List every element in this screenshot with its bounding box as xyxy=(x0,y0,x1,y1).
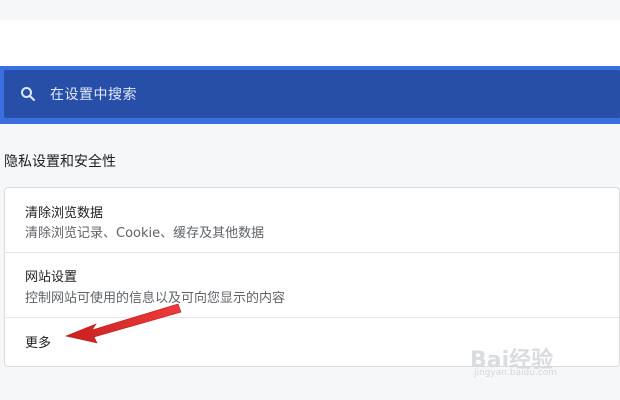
watermark: Bai经验 jingyan.baidu.com xyxy=(470,342,590,382)
search-icon[interactable] xyxy=(20,86,36,102)
header-area xyxy=(0,20,620,66)
section-title: 隐私设置和安全性 xyxy=(4,154,116,170)
settings-card: 清除浏览数据 清除浏览记录、Cookie、缓存及其他数据 网站设置 控制网站可使… xyxy=(4,187,620,367)
search-input[interactable]: 在设置中搜索 xyxy=(50,84,137,104)
search-toolbar: 在设置中搜索 xyxy=(0,66,620,124)
search-bar[interactable]: 在设置中搜索 xyxy=(4,70,620,118)
list-item-clear-browsing-data[interactable]: 清除浏览数据 清除浏览记录、Cookie、缓存及其他数据 xyxy=(5,188,619,253)
top-strip xyxy=(0,0,620,20)
list-item-subtitle: 清除浏览记录、Cookie、缓存及其他数据 xyxy=(25,226,265,241)
list-item-site-settings[interactable]: 网站设置 控制网站可使用的信息以及可向您显示的内容 xyxy=(5,253,619,318)
list-item-title: 网站设置 xyxy=(25,270,78,285)
list-item-title: 清除浏览数据 xyxy=(25,206,104,221)
list-item-title: 更多 xyxy=(25,336,52,351)
watermark-url: jingyan.baidu.com xyxy=(474,368,558,378)
list-item-subtitle: 控制网站可使用的信息以及可向您显示的内容 xyxy=(25,291,286,306)
